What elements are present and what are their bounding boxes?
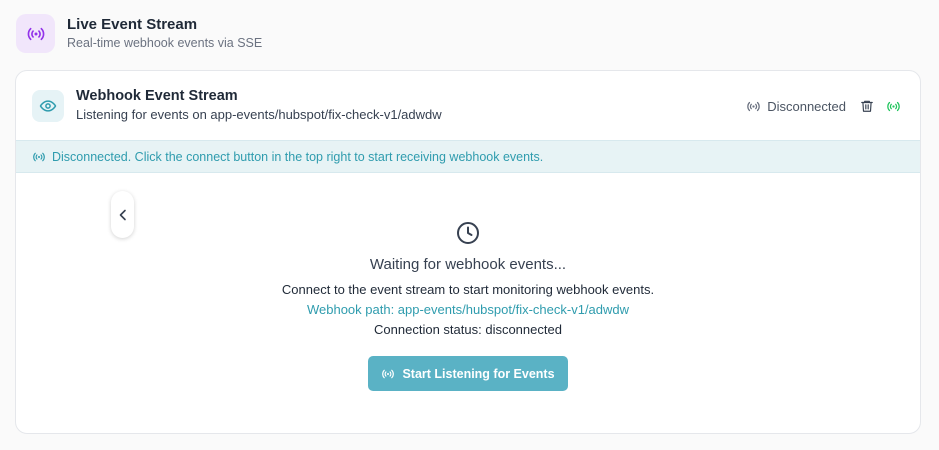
empty-state: Waiting for webhook events... Connect to… xyxy=(16,221,920,391)
connection-status: Disconnected xyxy=(746,99,846,114)
clock-icon xyxy=(16,221,920,245)
button-broadcast-icon xyxy=(382,369,395,378)
connection-status-text: Connection status: disconnected xyxy=(374,322,562,337)
page-title: Live Event Stream xyxy=(67,16,198,33)
start-listening-button[interactable]: Start Listening for Events xyxy=(368,356,568,391)
chevron-left-icon xyxy=(119,209,126,220)
page-subtitle: Real-time webhook events via SSE xyxy=(67,36,263,50)
banner-broadcast-icon xyxy=(33,152,45,161)
empty-state-title: Waiting for webhook events... xyxy=(369,256,567,273)
stream-card-body: Waiting for webhook events... Connect to… xyxy=(16,173,920,433)
disconnected-banner: Disconnected. Click the connect button i… xyxy=(16,140,920,173)
start-listening-label: Start Listening for Events xyxy=(402,366,555,381)
stream-card-title: Webhook Event Stream xyxy=(76,88,238,104)
broadcast-icon xyxy=(16,14,55,53)
connection-status-label: Disconnected xyxy=(767,98,846,114)
stream-card-subtitle: Listening for events on app-events/hubsp… xyxy=(76,107,442,122)
webhook-path: Webhook path: app-events/hubspot/fix-che… xyxy=(306,302,630,317)
empty-state-description: Connect to the event stream to start mon… xyxy=(281,282,655,297)
status-broadcast-icon xyxy=(747,101,760,111)
trash-icon[interactable] xyxy=(858,97,876,115)
banner-message: Disconnected. Click the connect button i… xyxy=(52,149,544,164)
stream-card: Webhook Event Stream Listening for event… xyxy=(15,70,921,434)
eye-icon xyxy=(32,89,64,122)
page-header: Live Event Stream Real-time webhook even… xyxy=(16,14,262,53)
stream-card-controls: Disconnected xyxy=(746,97,902,115)
connect-icon[interactable] xyxy=(884,97,902,115)
stream-card-header: Webhook Event Stream Listening for event… xyxy=(16,71,920,140)
